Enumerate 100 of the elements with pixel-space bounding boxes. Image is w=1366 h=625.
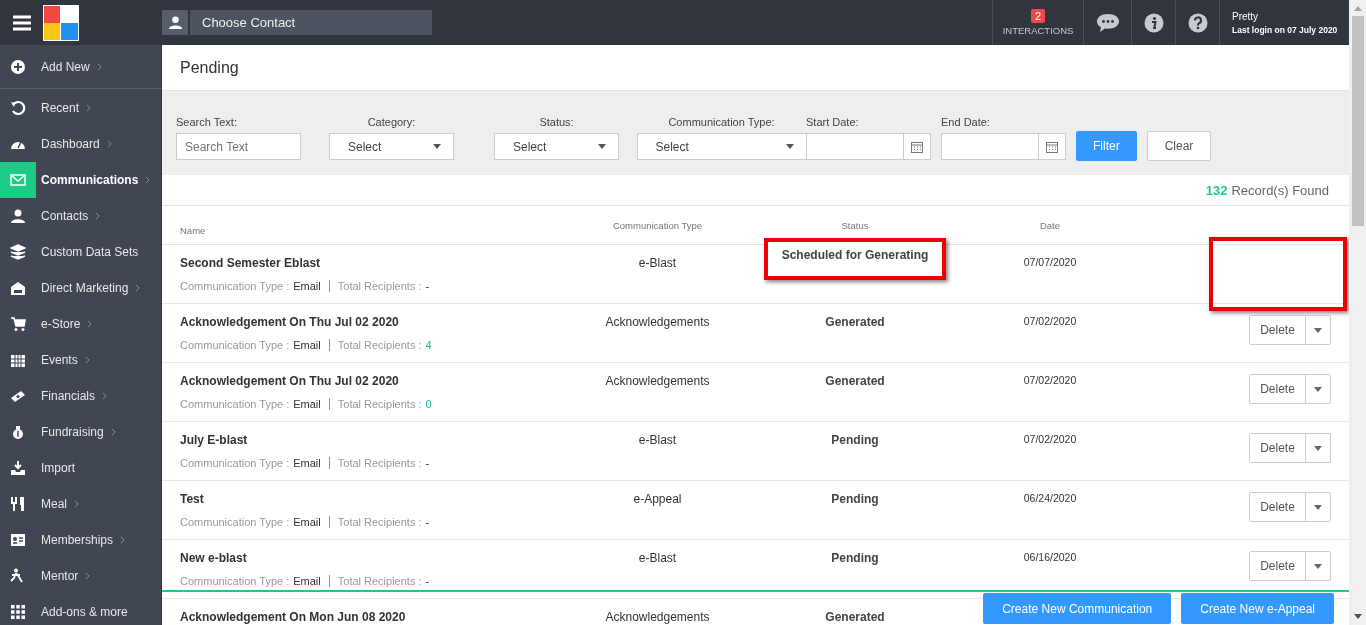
table-cell: e-Blast	[638, 433, 677, 447]
sidebar-item[interactable]: Contacts	[0, 198, 161, 234]
detail-label: Communication Type :	[180, 398, 290, 410]
select-dropdown[interactable]: Select	[329, 133, 454, 160]
chevron-right-icon	[84, 356, 90, 364]
sidebar-item[interactable]: Communications	[0, 162, 161, 198]
detail-value: Email	[293, 280, 321, 292]
detail-label: Total Recipients :	[328, 516, 422, 528]
table-cell: e-Appeal	[633, 492, 682, 506]
stack-icon	[10, 244, 26, 260]
chevron-right-icon	[135, 284, 141, 292]
table-cell: Acknowledgements	[605, 315, 710, 329]
caret-icon	[785, 144, 794, 149]
communication-name[interactable]: Second Semester Eblast	[180, 256, 321, 270]
chevron-right-icon	[95, 212, 101, 220]
column-header: Communication Type	[611, 219, 704, 231]
detail-value: Email	[293, 575, 321, 587]
date-field[interactable]	[806, 133, 903, 160]
detail-value: Email	[293, 516, 321, 528]
communication-name[interactable]: Test	[180, 492, 204, 506]
communication-name[interactable]: Acknowledgement On Thu Jul 02 2020	[180, 374, 399, 388]
recipients-count: -	[425, 457, 430, 469]
chat-bubble-icon[interactable]	[1095, 12, 1120, 33]
select-dropdown[interactable]: Select	[636, 133, 807, 160]
arrow-down-icon[interactable]	[1353, 614, 1362, 619]
status-text: Pending	[831, 551, 879, 565]
delete-button[interactable]: Delete	[1250, 434, 1306, 462]
chevron-right-icon	[106, 140, 112, 148]
status-text: Generated	[825, 374, 885, 388]
sidebar-item[interactable]: Fundraising	[0, 414, 161, 450]
detail-label: Communication Type :	[180, 339, 290, 351]
sidebar-item[interactable]: Import	[0, 450, 161, 486]
cart-icon	[10, 316, 26, 332]
delete-button[interactable]: Delete	[1250, 316, 1306, 344]
sidebar-item[interactable]: Events	[0, 342, 161, 378]
sidebar-item[interactable]: Meal	[0, 486, 161, 522]
recipients-count: -	[425, 575, 430, 587]
last-login-text: Last login on 07 July 2020	[1232, 24, 1338, 35]
sidebar-item[interactable]: Add-ons & more	[0, 594, 161, 625]
date-field[interactable]	[941, 133, 1038, 160]
sidebar-item[interactable]: Memberships	[0, 522, 161, 558]
sidebar-item[interactable]: Direct Marketing	[0, 270, 161, 306]
choose-contact-field[interactable]: Choose Contact	[190, 10, 432, 35]
chevron-right-icon	[96, 62, 102, 71]
caret-icon	[1314, 327, 1322, 333]
select-dropdown[interactable]: Select	[494, 133, 619, 160]
chevron-right-icon	[102, 392, 108, 400]
page-title: Pending	[180, 58, 239, 77]
communication-name[interactable]: July E-blast	[180, 433, 248, 447]
status-text: Generated	[825, 315, 885, 329]
status-text: Pending	[831, 492, 879, 506]
menu-icon[interactable]	[13, 14, 31, 31]
sidebar-item[interactable]: e-Store	[0, 306, 161, 342]
plus-circle-icon	[10, 58, 26, 75]
banknote-icon	[10, 388, 26, 404]
sidebar-item[interactable]: Recent	[0, 90, 161, 126]
calendar-button[interactable]	[903, 133, 931, 160]
detail-value: Email	[293, 457, 321, 469]
delete-button[interactable]: Delete	[1250, 552, 1306, 580]
filter-bar-button[interactable]: Clear	[1146, 131, 1212, 161]
sidebar-item[interactable]: Mentor	[0, 558, 161, 594]
table-cell: e-Blast	[638, 256, 677, 270]
status-text: Generated	[825, 610, 885, 624]
calendar-button[interactable]	[1038, 133, 1066, 160]
delete-button[interactable]: Delete	[1250, 493, 1306, 521]
download-tray-icon	[10, 460, 26, 476]
scrollbar-thumb[interactable]	[1351, 16, 1364, 226]
table-cell: 06/16/2020	[1023, 551, 1077, 563]
caret-icon	[1314, 504, 1322, 510]
communication-name[interactable]: Acknowledgement On Thu Jul 02 2020	[180, 315, 399, 329]
detail-label: Communication Type :	[180, 280, 290, 292]
table-cell: 07/07/2020	[1023, 256, 1077, 268]
column-header: Name	[180, 224, 207, 236]
detail-label: Total Recipients :	[328, 457, 422, 469]
chevron-right-icon	[86, 104, 92, 112]
communication-name[interactable]: New e-blast	[180, 551, 247, 565]
help-icon[interactable]	[1187, 12, 1208, 33]
communication-name[interactable]: Acknowledgement On Mon Jun 08 2020	[180, 610, 406, 624]
fork-knife-icon	[10, 496, 26, 512]
filter-label: End Date:	[941, 116, 990, 128]
id-card-icon	[10, 532, 26, 548]
recipients-count: -	[425, 280, 430, 292]
filter-label: Communication Type:	[668, 116, 775, 128]
sidebar-item[interactable]: Dashboard	[0, 126, 161, 162]
person-icon	[10, 208, 26, 224]
filter-label: Start Date:	[806, 116, 859, 128]
table-cell: Acknowledgements	[605, 374, 710, 388]
table-cell: 06/24/2020	[1023, 492, 1077, 504]
chevron-right-icon	[120, 536, 126, 544]
sidebar-item[interactable]: Financials	[0, 378, 161, 414]
info-icon[interactable]	[1143, 12, 1164, 33]
sidebar-item[interactable]: Custom Data Sets	[0, 234, 161, 270]
sidebar-item[interactable]: Add New	[0, 45, 161, 89]
chevron-right-icon	[110, 428, 116, 436]
filter-label: Search Text:	[176, 116, 237, 128]
refresh-icon	[10, 100, 26, 116]
search-text-field[interactable]: Search Text	[176, 133, 301, 160]
delete-button[interactable]: Delete	[1250, 375, 1306, 403]
scrollbar[interactable]	[1349, 0, 1366, 625]
calendar-icon	[10, 352, 26, 368]
